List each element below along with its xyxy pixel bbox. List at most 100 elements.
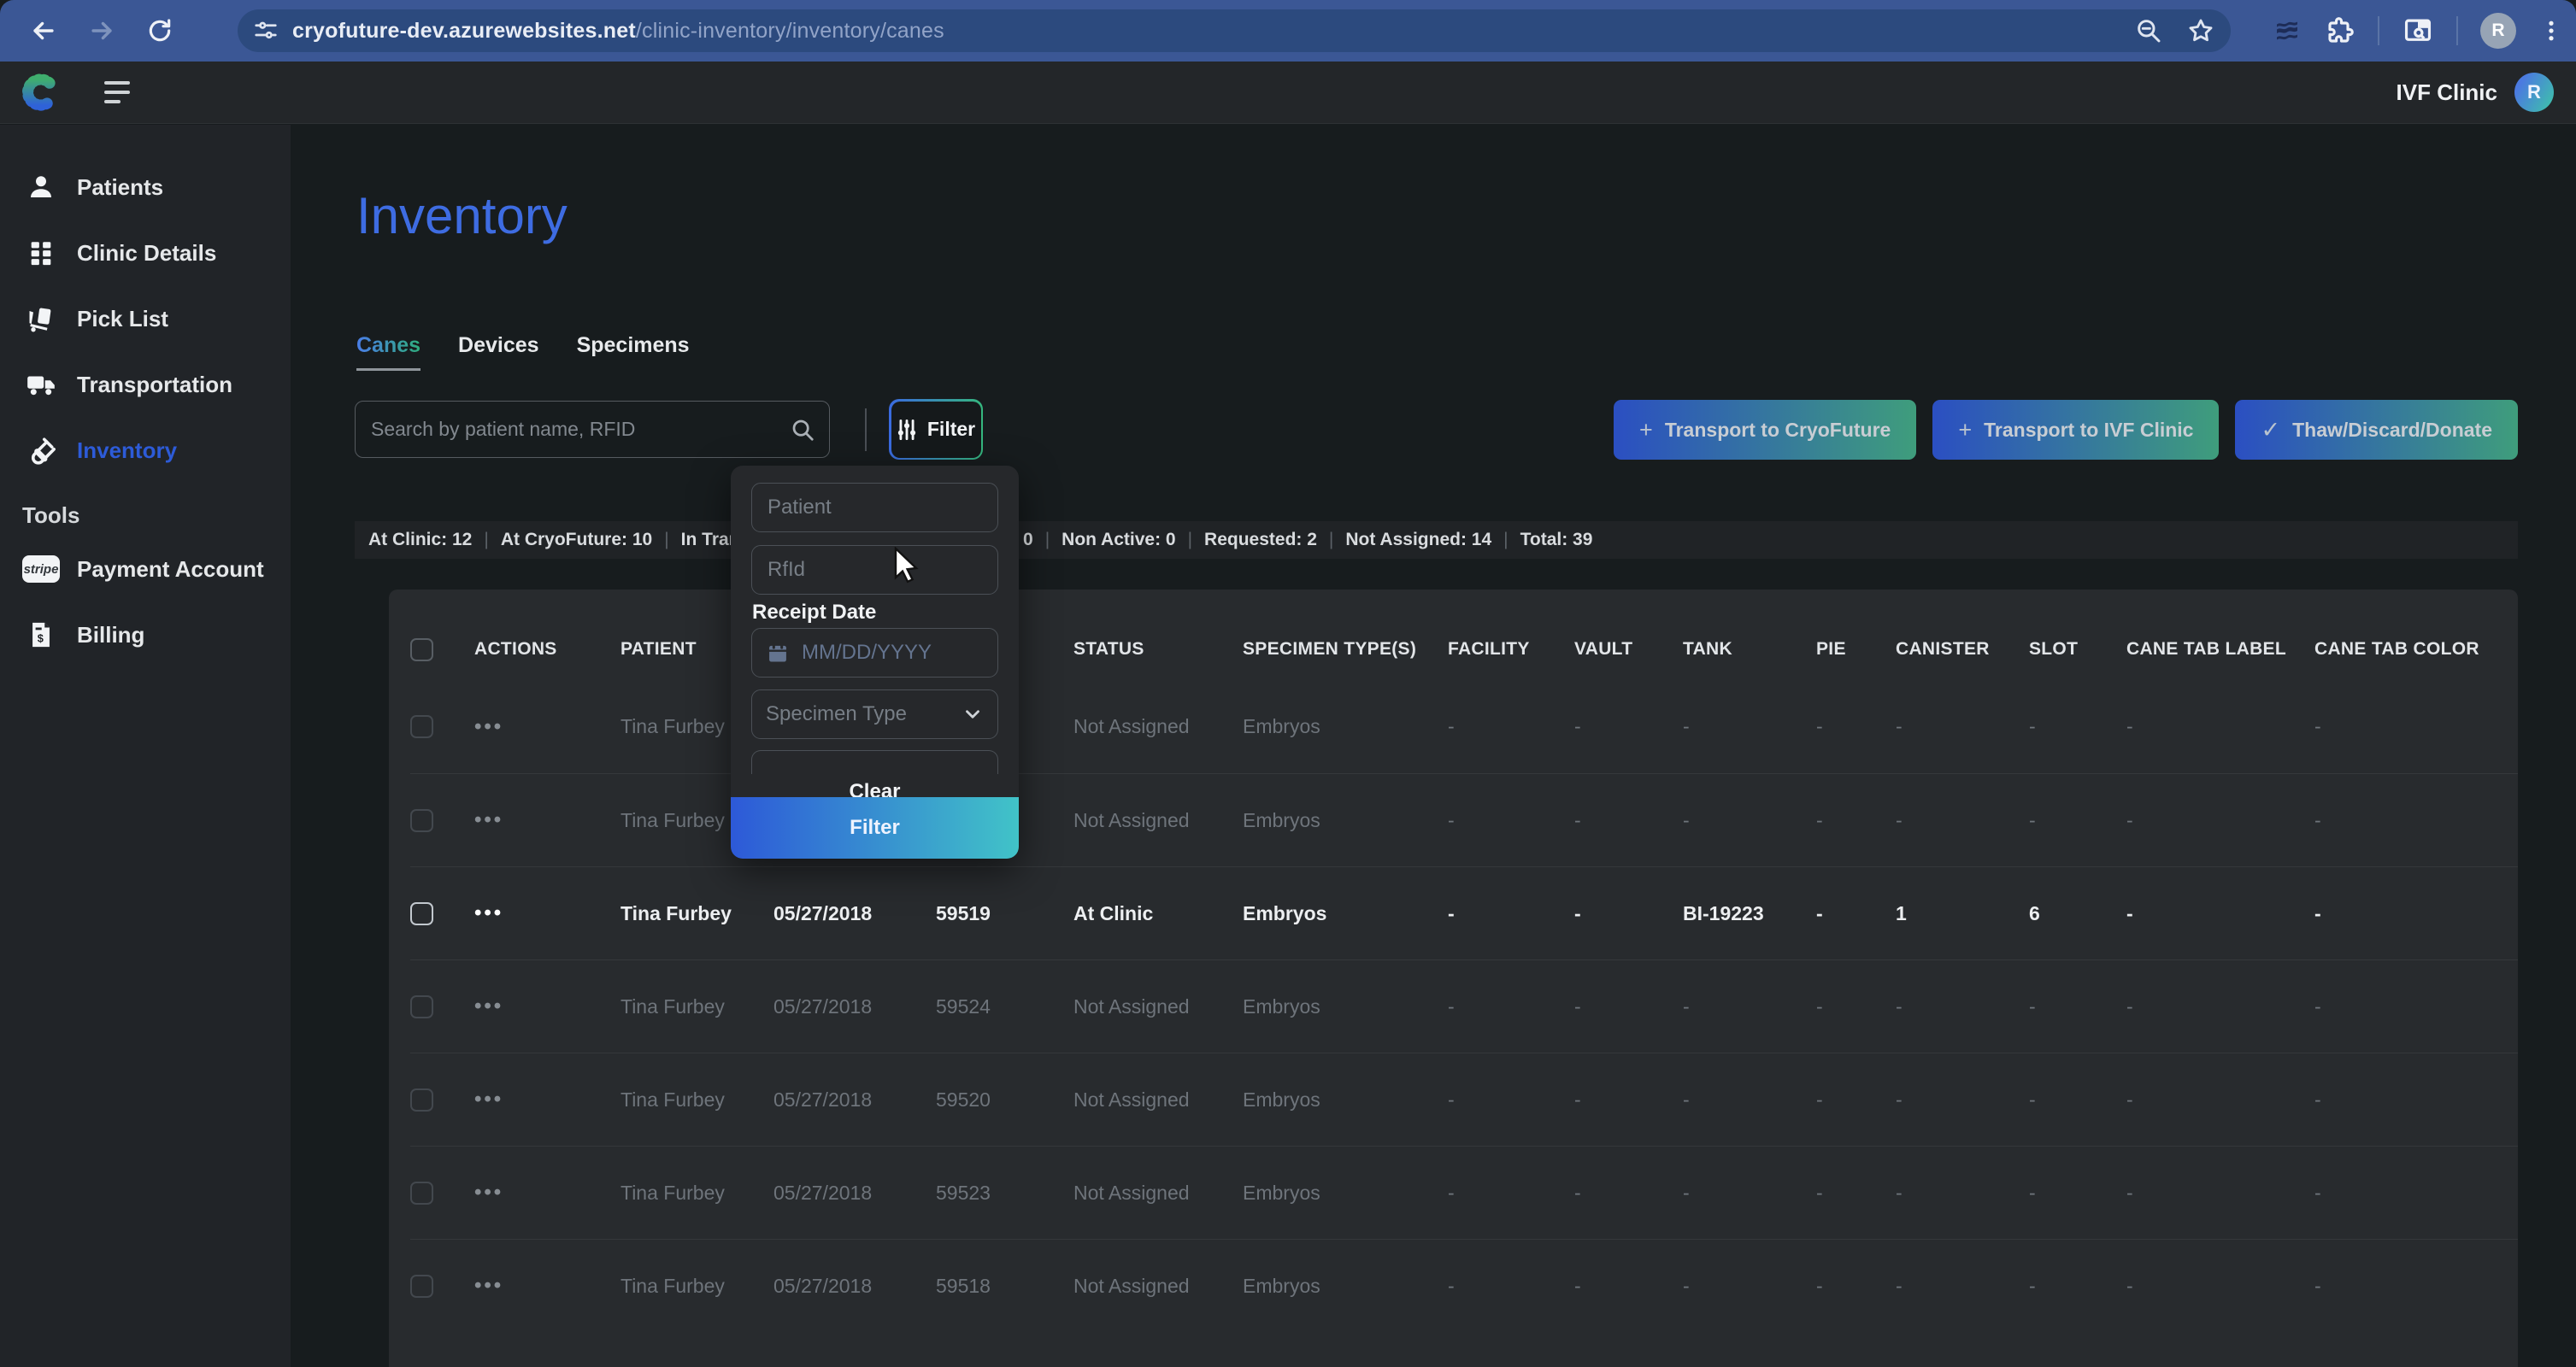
select-all-checkbox[interactable] [410, 638, 433, 661]
row-checkbox[interactable] [410, 809, 433, 832]
row-actions-menu[interactable]: ••• [474, 1181, 620, 1205]
receipt-date-label: Receipt Date [752, 601, 876, 625]
row-actions-menu[interactable]: ••• [474, 994, 620, 1018]
zoom-out-icon[interactable] [2135, 17, 2162, 44]
transport-to-cryofuture-button[interactable]: +Transport to CryoFuture [1614, 400, 1916, 460]
test-tube-icon [22, 435, 60, 466]
cell-pie: - [1816, 902, 1896, 925]
table-row[interactable]: •••Tina Furbey05/27/201859523Not Assigne… [410, 1146, 2518, 1239]
column-header-tank: TANK [1683, 639, 1816, 660]
cell-patient: Tina Furbey [620, 902, 773, 925]
browser-profile-avatar[interactable]: R [2480, 13, 2516, 49]
table-row[interactable]: •••Tina Furbey05/27/201859519At ClinicEm… [410, 866, 2518, 959]
plus-icon: + [1958, 417, 1972, 443]
cell-specimen: Embryos [1243, 902, 1448, 925]
filter-extra-field-partial[interactable] [751, 750, 998, 774]
stat-segment: Requested: 2 [1204, 530, 1317, 550]
table-row[interactable]: •••Tina Furbey05/27/201859524Not Assigne… [410, 959, 2518, 1053]
browser-back-icon[interactable] [24, 11, 63, 50]
bookmark-star-icon[interactable] [2186, 16, 2215, 45]
date-placeholder: MM/DD/YYYY [802, 641, 932, 665]
browser-reload-icon[interactable] [140, 11, 179, 50]
cell-tank: - [1683, 995, 1816, 1018]
tab-canes[interactable]: Canes [356, 333, 421, 371]
row-checkbox[interactable] [410, 1182, 433, 1205]
row-checkbox[interactable] [410, 1275, 433, 1298]
filter-rfid-input[interactable] [751, 545, 998, 595]
cell-vault: - [1574, 1275, 1683, 1298]
site-settings-icon[interactable] [253, 18, 279, 44]
hand-truck-icon [22, 303, 60, 334]
stat-separator: | [484, 530, 488, 550]
search-icon[interactable] [790, 417, 815, 443]
table-header-row: ACTIONSPATIENTSTATUSSPECIMEN TYPE(S)FACI… [410, 619, 2518, 680]
row-checkbox[interactable] [410, 1088, 433, 1112]
tab-devices[interactable]: Devices [458, 333, 539, 371]
address-bar[interactable]: cryofuture-dev.azurewebsites.net/clinic-… [238, 9, 2231, 52]
user-avatar[interactable]: R [2514, 73, 2554, 112]
canes-table: ACTIONSPATIENTSTATUSSPECIMEN TYPE(S)FACI… [389, 590, 2518, 1367]
row-checkbox[interactable] [410, 715, 433, 738]
sidebar-item-inventory[interactable]: Inventory [22, 429, 291, 472]
sidebar-item-patients[interactable]: Patients [22, 166, 291, 208]
sidebar-item-payment-account[interactable]: stripePayment Account [22, 548, 291, 590]
search-input[interactable] [356, 418, 790, 441]
sidebar-item-label: Billing [77, 622, 144, 648]
controls-divider [865, 408, 867, 451]
cell-receipt-date: 05/27/2018 [773, 902, 936, 925]
tab-specimens[interactable]: Specimens [577, 333, 690, 371]
filter-button[interactable]: Filter [889, 399, 983, 460]
side-search-icon[interactable] [2402, 15, 2434, 47]
sidebar-toggle-icon[interactable] [104, 81, 130, 103]
row-actions-menu[interactable]: ••• [474, 1274, 620, 1298]
stat-segment: At CryoFuture: 10 [501, 530, 652, 550]
sidebar-item-clinic-details[interactable]: Clinic Details [22, 232, 291, 274]
sidebar-item-transportation[interactable]: Transportation [22, 363, 291, 406]
browser-forward-icon[interactable] [82, 11, 121, 50]
cell-facility: - [1448, 1182, 1574, 1205]
cell-status: Not Assigned [1073, 715, 1243, 738]
sidebar-item-billing[interactable]: $Billing [22, 613, 291, 656]
clinic-name-label: IVF Clinic [2397, 79, 2497, 106]
row-actions-menu[interactable]: ••• [474, 715, 620, 739]
column-header-pie: PIE [1816, 639, 1896, 660]
sidebar-item-pick-list[interactable]: Pick List [22, 297, 291, 340]
transport-to-ivf-clinic-button[interactable]: + Transport to IVF Clinic [1932, 400, 2219, 460]
table-row[interactable]: •••Tina FurbeyNot AssignedEmbryos-------… [410, 773, 2518, 866]
action-button-label: Transport to IVF Clinic [1984, 419, 2193, 442]
cell-tab-label: - [2126, 715, 2314, 738]
table-row[interactable]: •••Tina Furbey05/27/201859520Not Assigne… [410, 1053, 2518, 1146]
grid-icon [22, 238, 60, 267]
row-checkbox[interactable] [410, 995, 433, 1018]
filter-receipt-date-input[interactable]: MM/DD/YYYY [751, 628, 998, 678]
table-row[interactable]: •••Tina FurbeyNot AssignedEmbryos-------… [410, 680, 2518, 773]
filter-button-label: Filter [927, 418, 975, 441]
cell-pie: - [1816, 1182, 1896, 1205]
stat-separator: | [1045, 530, 1050, 550]
row-checkbox[interactable] [410, 902, 433, 925]
person-icon [22, 172, 60, 202]
cell-tab-color: - [2314, 995, 2518, 1018]
column-header-cane-tab-label: CANE TAB LABEL [2126, 639, 2314, 660]
stat-separator: | [1329, 530, 1333, 550]
cell-status: Not Assigned [1073, 1088, 1243, 1112]
row-actions-menu[interactable]: ••• [474, 901, 620, 925]
table-row[interactable]: •••Tina Furbey05/27/201859518Not Assigne… [410, 1239, 2518, 1332]
cell-rfid: 59520 [936, 1088, 1073, 1112]
filter-apply-button[interactable]: Filter [731, 797, 1019, 859]
row-actions-menu[interactable]: ••• [474, 1088, 620, 1112]
filter-specimen-type-select[interactable]: Specimen Type [751, 689, 998, 739]
extension-flag-icon[interactable] [2272, 15, 2303, 46]
browser-menu-icon[interactable] [2538, 18, 2564, 44]
cell-tank: - [1683, 1275, 1816, 1298]
cell-facility: - [1448, 902, 1574, 925]
extensions-puzzle-icon[interactable] [2325, 15, 2355, 46]
filter-patient-input[interactable] [751, 483, 998, 532]
bulk-action-buttons: +Transport to CryoFuture+Transport to IV… [1614, 400, 2518, 460]
stat-separator: | [664, 530, 668, 550]
inventory-stats-bar: At Clinic: 12|At CryoFuture: 10|In Trans… [355, 521, 2518, 559]
thaw-discard-donate-button[interactable]: ✓Thaw/Discard/Donate [2235, 400, 2518, 460]
plus-icon: + [1639, 417, 1653, 443]
row-actions-menu[interactable]: ••• [474, 808, 620, 832]
cell-status: Not Assigned [1073, 1275, 1243, 1298]
